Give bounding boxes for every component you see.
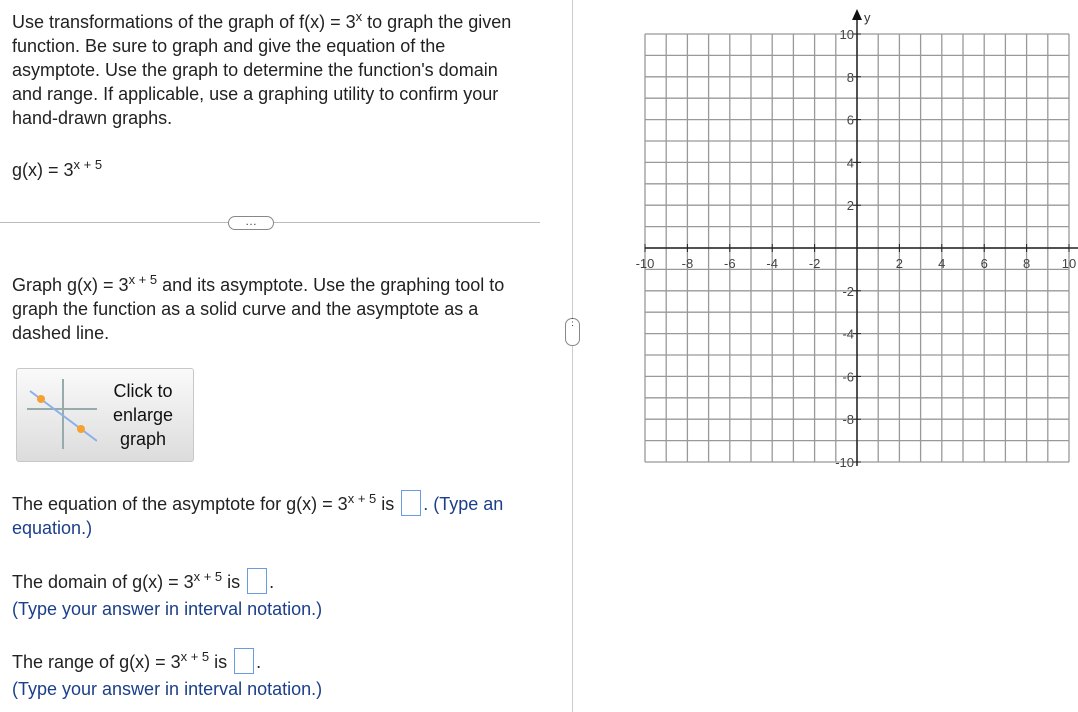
y-tick-label: 8	[847, 70, 854, 85]
y-tick-label: -6	[842, 369, 854, 384]
x-tick-label: 6	[981, 256, 988, 271]
x-tick-label: -4	[766, 256, 778, 271]
range-hint: (Type your answer in interval notation.)	[12, 679, 323, 699]
x-tick-label: 10	[1062, 256, 1076, 271]
y-tick-label: -8	[842, 412, 854, 427]
graphing-area[interactable]: y -10 -8 -6 -4 -2 2 4 6 8 10 10 8 6 4 2 -2 -4 -6 -8 -10	[620, 0, 1078, 480]
range-question: The range of g(x) = 3x + 5 is .	[12, 648, 262, 674]
asymptote-question: The equation of the asymptote for g(x) =…	[12, 490, 504, 538]
pane-resize-handle[interactable]: ⋮	[565, 318, 580, 346]
domain-hint: (Type your answer in interval notation.)	[12, 599, 323, 619]
domain-answer-input[interactable]	[247, 568, 268, 594]
graph-thumbnail-icon	[27, 379, 98, 449]
y-tick-label: -2	[842, 284, 854, 299]
x-tick-label: 2	[896, 256, 903, 271]
y-tick-label: -4	[842, 327, 854, 342]
x-tick-label: 4	[938, 256, 945, 271]
expand-button[interactable]: …	[228, 215, 274, 230]
y-axis-label: y	[864, 10, 871, 25]
y-tick-label: 4	[847, 155, 854, 170]
graph-instructions: Graph g(x) = 3x + 5 and its asymptote. U…	[12, 272, 505, 343]
range-answer-input[interactable]	[234, 648, 255, 674]
instructions: Use transformations of the graph of f(x)…	[12, 9, 512, 128]
function-definition: g(x) = 3x + 5	[12, 157, 103, 180]
y-tick-label: -10	[835, 455, 854, 470]
x-tick-label: -10	[636, 256, 655, 271]
y-tick-label: 6	[847, 113, 854, 128]
domain-question: The domain of g(x) = 3x + 5 is .	[12, 568, 275, 594]
x-tick-label: -2	[809, 256, 821, 271]
y-axis-arrow-icon	[852, 9, 862, 20]
enlarge-graph-button[interactable]: Click to enlarge graph	[16, 368, 194, 462]
asymptote-answer-input[interactable]	[401, 490, 422, 516]
y-tick-label: 2	[847, 198, 854, 213]
x-tick-label: -8	[682, 256, 694, 271]
y-tick-label: 10	[840, 27, 854, 42]
pane-divider[interactable]	[572, 0, 573, 712]
x-tick-label: 8	[1023, 256, 1030, 271]
x-tick-label: -6	[724, 256, 736, 271]
